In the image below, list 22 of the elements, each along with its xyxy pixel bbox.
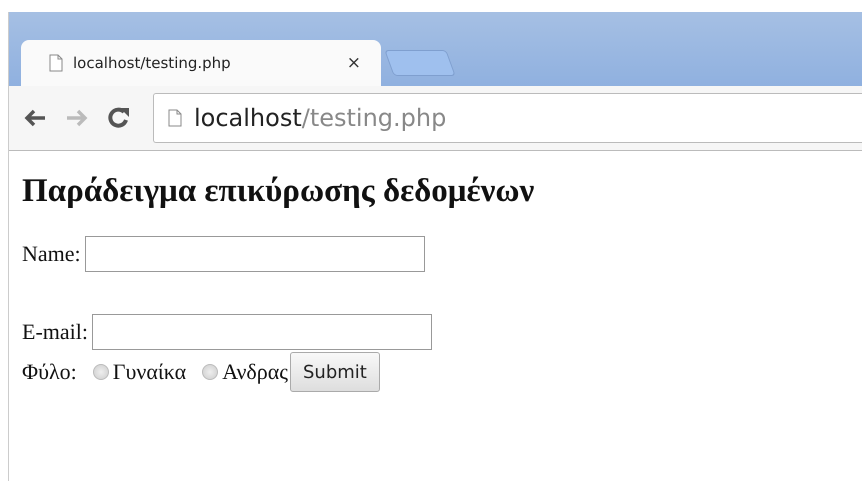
new-tab-button[interactable] [384, 50, 456, 76]
forward-icon[interactable] [65, 108, 89, 128]
radio-label: Γυναίκα [112, 359, 186, 385]
url-text: localhost/testing.php [194, 104, 446, 132]
field-label: Φύλο: [22, 359, 77, 385]
close-icon[interactable]: × [346, 53, 361, 73]
radio-label: Ανδρας [222, 359, 288, 385]
page-icon [49, 54, 63, 72]
back-icon[interactable] [23, 108, 47, 128]
input-field[interactable] [92, 314, 432, 350]
input-field[interactable] [84, 236, 425, 272]
browser-tab[interactable]: localhost/testing.php × [21, 40, 381, 86]
field-label: Name: [22, 241, 81, 267]
address-bar[interactable]: localhost/testing.php [153, 93, 862, 143]
reload-icon[interactable] [107, 106, 131, 130]
radio-button[interactable] [92, 364, 109, 380]
radio-button[interactable] [202, 364, 218, 380]
field-label: E-mail: [22, 319, 88, 345]
submit-button[interactable]: Submit [290, 352, 380, 392]
page-icon [168, 109, 182, 127]
tab-title: localhost/testing.php [73, 54, 232, 72]
page-heading: Παράδειγμα επικύρωσης δεδομένων [22, 173, 536, 210]
